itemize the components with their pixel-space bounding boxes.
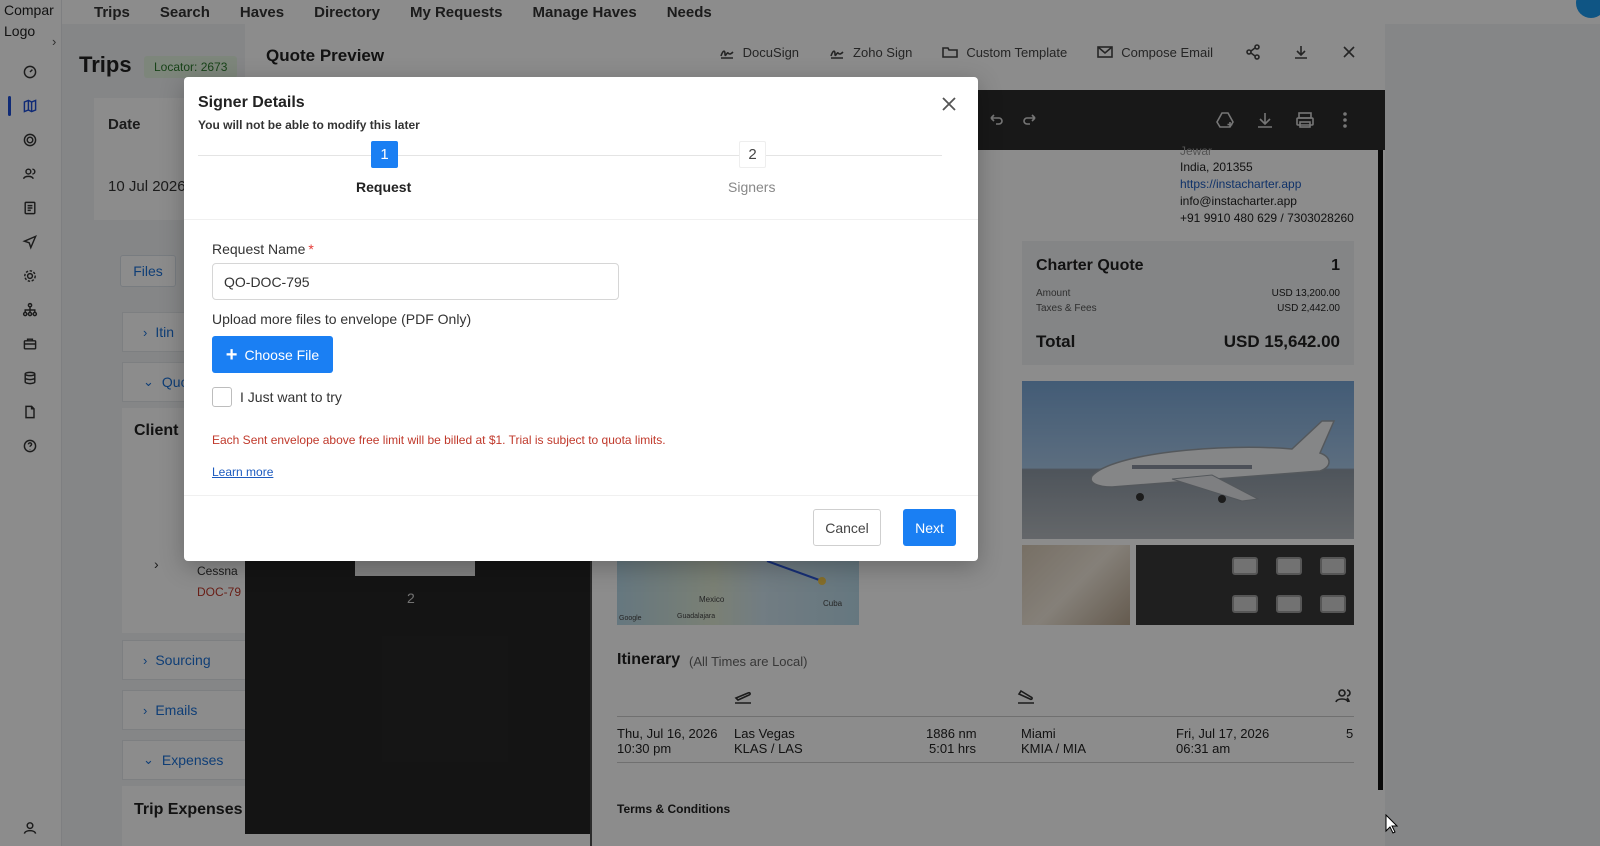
cancel-button[interactable]: Cancel — [813, 509, 881, 546]
step-1-indicator[interactable]: 1 — [371, 141, 398, 168]
next-button[interactable]: Next — [903, 509, 956, 546]
choose-file-button[interactable]: + Choose File — [212, 336, 333, 373]
upload-label: Upload more files to envelope (PDF Only) — [212, 311, 472, 327]
signer-details-modal: Signer Details You will not be able to m… — [184, 77, 978, 561]
request-name-text: Request Name — [212, 241, 306, 257]
modal-title: Signer Details — [198, 94, 305, 111]
request-name-input[interactable] — [212, 263, 619, 300]
choose-file-label: Choose File — [244, 346, 320, 363]
close-icon[interactable] — [940, 95, 958, 113]
mouse-cursor-icon — [1385, 814, 1399, 834]
modal-divider — [184, 495, 978, 496]
required-marker: * — [308, 241, 314, 257]
request-name-label: Request Name * — [212, 241, 314, 257]
just-try-checkbox[interactable] — [212, 387, 232, 407]
step-2-label: Signers — [728, 179, 776, 195]
plus-icon: + — [225, 343, 238, 366]
billing-warning: Each Sent envelope above free limit will… — [212, 433, 666, 447]
just-try-label[interactable]: I Just want to try — [240, 389, 342, 405]
modal-subtitle: You will not be able to modify this late… — [198, 118, 420, 132]
step-2-indicator[interactable]: 2 — [739, 141, 766, 168]
learn-more-link[interactable]: Learn more — [212, 465, 273, 479]
modal-divider — [184, 219, 978, 220]
step-1-label: Request — [356, 179, 412, 195]
